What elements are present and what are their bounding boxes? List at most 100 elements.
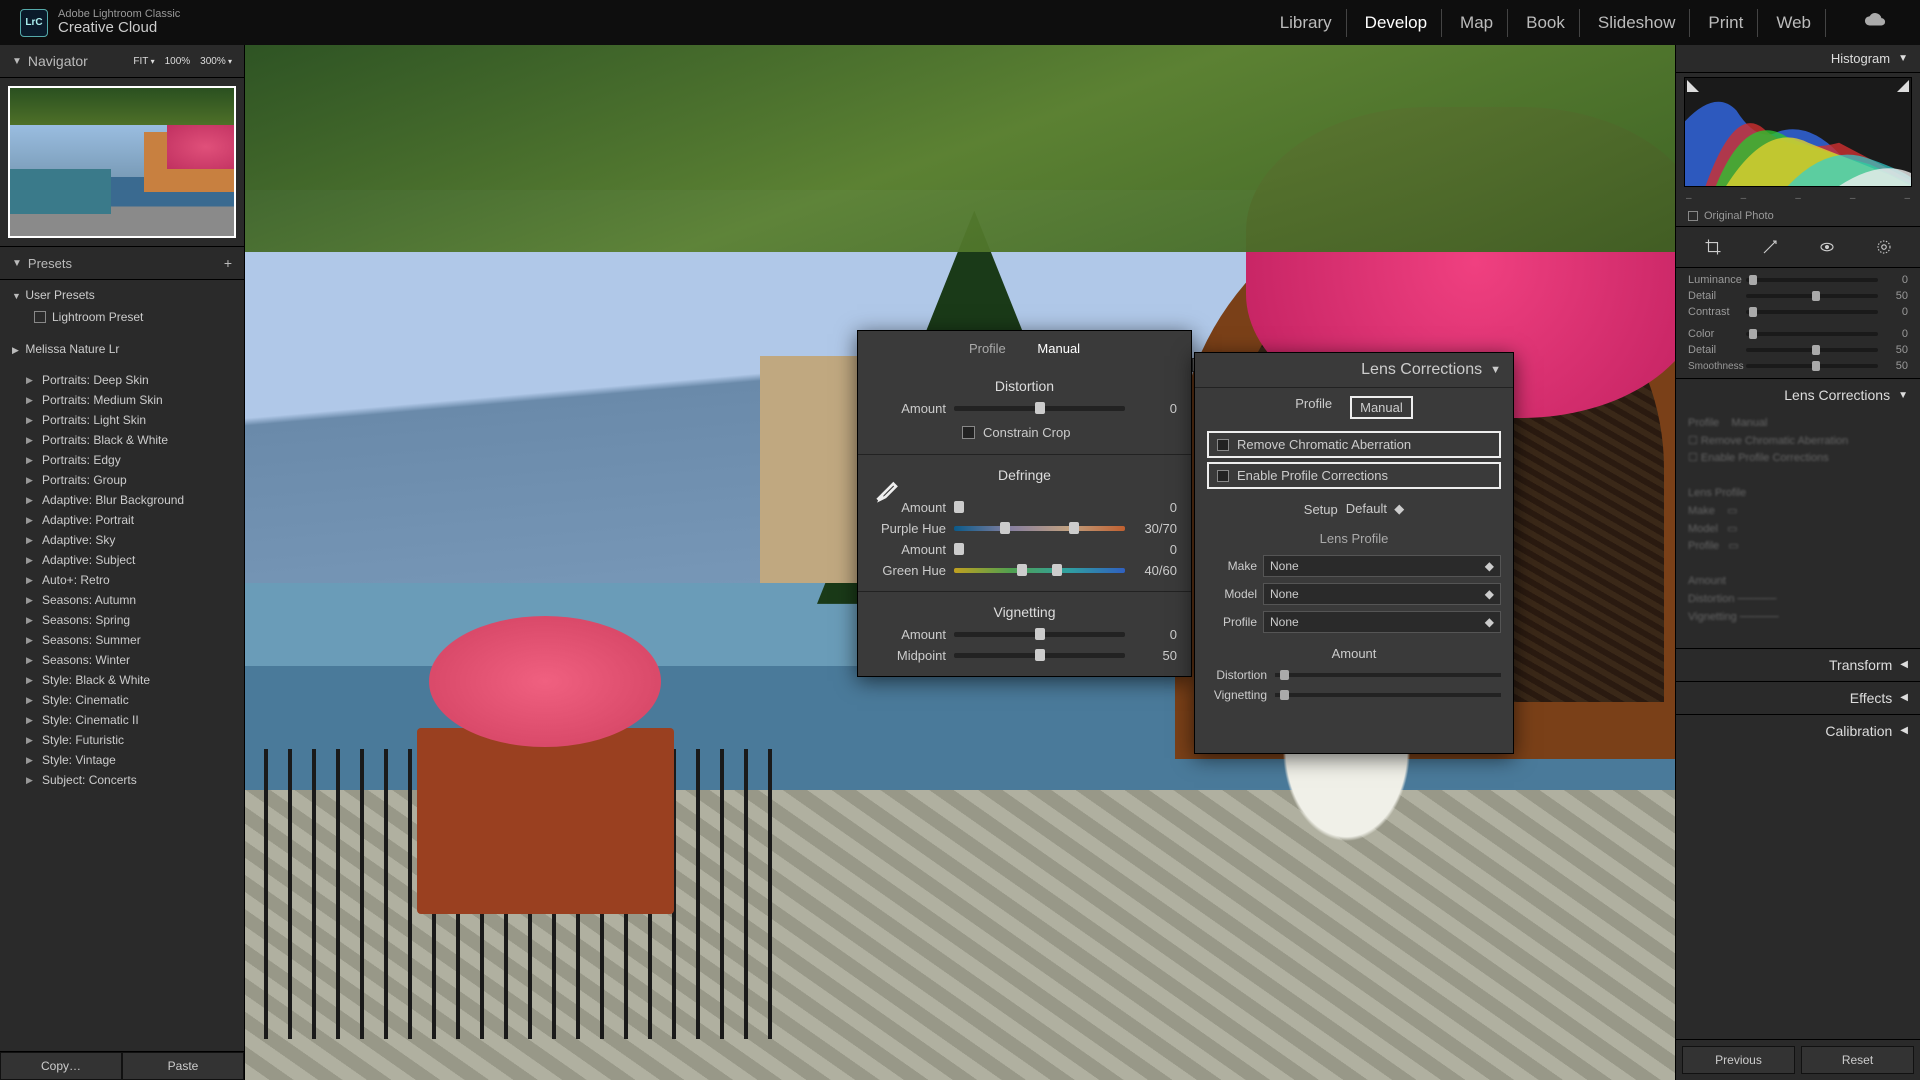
module-print[interactable]: Print [1694,9,1758,37]
nav-view-100[interactable]: 100% [165,56,191,67]
histogram-collapse-icon[interactable]: ▼ [1898,53,1908,64]
histogram-title: Histogram [1831,51,1890,66]
section-lens[interactable]: Lens Corrections [1784,387,1890,403]
defringe-amount2-slider[interactable] [954,547,1125,552]
paste-button[interactable]: Paste [122,1052,244,1080]
preset-item[interactable]: ▶Style: Black & White [6,670,238,690]
luminance-slider[interactable] [1746,278,1878,282]
tab-profile[interactable]: Profile [955,331,1020,366]
cloud-sync-icon[interactable] [1850,5,1900,40]
preset-item[interactable]: ▶Adaptive: Portrait [6,510,238,530]
module-library[interactable]: Library [1266,9,1347,37]
chevron-left-icon[interactable]: ◀ [1900,692,1908,703]
histogram-display[interactable] [1684,77,1912,187]
eyedropper-icon[interactable] [872,473,904,505]
tab-manual[interactable]: Manual [1023,331,1094,366]
navigator-disclosure-icon[interactable]: ▼ [12,56,22,67]
panel-collapse-icon[interactable]: ▼ [1490,364,1501,376]
green-hue-slider[interactable] [954,568,1125,573]
profile-select[interactable]: None◆ [1263,611,1501,633]
module-map[interactable]: Map [1446,9,1508,37]
section-transform[interactable]: Transform [1829,657,1892,673]
preset-item[interactable]: ▶Portraits: Medium Skin [6,390,238,410]
preset-item[interactable]: ▶Seasons: Spring [6,610,238,630]
enable-profile-checkbox[interactable] [1217,470,1229,482]
navigator-thumbnail[interactable] [8,86,236,238]
lens-profile-title: Lens Profile [1195,525,1513,552]
distortion-title: Distortion [872,370,1177,398]
radial-tool-icon[interactable] [1874,237,1894,257]
preset-item[interactable]: ▶Portraits: Edgy [6,450,238,470]
shadow-clip-icon[interactable] [1687,80,1699,92]
preset-item[interactable]: ▶Portraits: Black & White [6,430,238,450]
vign-amount-value: 0 [1133,627,1177,642]
preset-item[interactable]: ▶Seasons: Winter [6,650,238,670]
presets-disclosure-icon[interactable]: ▼ [12,258,22,269]
remove-chromatic-checkbox[interactable] [1217,439,1229,451]
preset-item[interactable]: ▶Adaptive: Subject [6,550,238,570]
smooth-slider[interactable] [1746,364,1878,368]
p-distortion-slider[interactable] [1275,673,1501,677]
vign-midpoint-slider[interactable] [954,653,1125,658]
contrast-label: Contrast [1688,306,1740,318]
preset-item[interactable]: ▶Seasons: Summer [6,630,238,650]
p-distortion-label: Distortion [1207,668,1267,682]
tab2-profile[interactable]: Profile [1295,396,1332,419]
preset-group-melissa[interactable]: ▶ Melissa Nature Lr [6,338,238,360]
detail2-slider[interactable] [1746,348,1878,352]
mask-tool-icon[interactable] [1817,237,1837,257]
preset-item[interactable]: ▶Portraits: Group [6,470,238,490]
heal-tool-icon[interactable] [1760,237,1780,257]
preset-user-child[interactable]: Lightroom Preset [6,306,238,328]
preset-item[interactable]: ▶Adaptive: Sky [6,530,238,550]
module-slideshow[interactable]: Slideshow [1584,9,1691,37]
module-book[interactable]: Book [1512,9,1580,37]
defringe-amount-slider[interactable] [954,505,1125,510]
constrain-crop-checkbox[interactable] [962,426,975,439]
vignetting-title: Vignetting [872,596,1177,624]
p-vignetting-slider[interactable] [1275,693,1501,697]
nav-view-fit[interactable]: FIT [133,56,154,67]
preset-item[interactable]: ▶Auto+: Retro [6,570,238,590]
amount-title: Amount [1195,636,1513,665]
model-select[interactable]: None◆ [1263,583,1501,605]
preset-item[interactable]: ▶Seasons: Autumn [6,590,238,610]
color-slider[interactable] [1746,332,1878,336]
module-develop[interactable]: Develop [1351,9,1442,37]
preset-item[interactable]: ▶Adaptive: Blur Background [6,490,238,510]
add-preset-icon[interactable]: + [224,255,232,271]
chevron-down-icon[interactable]: ▼ [1898,390,1908,401]
chevron-left-icon[interactable]: ◀ [1900,725,1908,736]
make-select[interactable]: None◆ [1263,555,1501,577]
preset-item[interactable]: ▶Style: Cinematic [6,690,238,710]
setup-value[interactable]: Default ◆ [1346,501,1404,517]
luminance-label: Luminance [1688,274,1740,286]
section-calibration[interactable]: Calibration [1825,723,1892,739]
previous-button[interactable]: Previous [1682,1046,1795,1074]
nav-view-300[interactable]: 300% [200,56,232,67]
preset-item[interactable]: ▶Subject: Concerts [6,770,238,790]
original-photo-checkbox[interactable] [1688,211,1698,221]
preset-item[interactable]: ▶Style: Cinematic II [6,710,238,730]
section-effects[interactable]: Effects [1850,690,1893,706]
preset-item[interactable]: ▶Style: Vintage [6,750,238,770]
preset-item[interactable]: ▶Portraits: Deep Skin [6,370,238,390]
preset-item[interactable]: ▶Portraits: Light Skin [6,410,238,430]
highlight-clip-icon[interactable] [1897,80,1909,92]
contrast-slider[interactable] [1746,310,1878,314]
preset-item[interactable]: ▶Style: Futuristic [6,730,238,750]
module-web[interactable]: Web [1762,9,1826,37]
crop-tool-icon[interactable] [1703,237,1723,257]
color-label: Color [1688,328,1740,340]
detail-slider[interactable] [1746,294,1878,298]
reset-button[interactable]: Reset [1801,1046,1914,1074]
purple-hue-slider[interactable] [954,526,1125,531]
copy-button[interactable]: Copy… [0,1052,122,1080]
chevron-left-icon[interactable]: ◀ [1900,659,1908,670]
distortion-amount-slider[interactable] [954,406,1125,411]
preset-group-user[interactable]: ▼ User Presets [6,284,238,306]
remove-chromatic-row[interactable]: Remove Chromatic Aberration [1207,431,1501,458]
enable-profile-row[interactable]: Enable Profile Corrections [1207,462,1501,489]
tab2-manual[interactable]: Manual [1350,396,1413,419]
vign-amount-slider[interactable] [954,632,1125,637]
